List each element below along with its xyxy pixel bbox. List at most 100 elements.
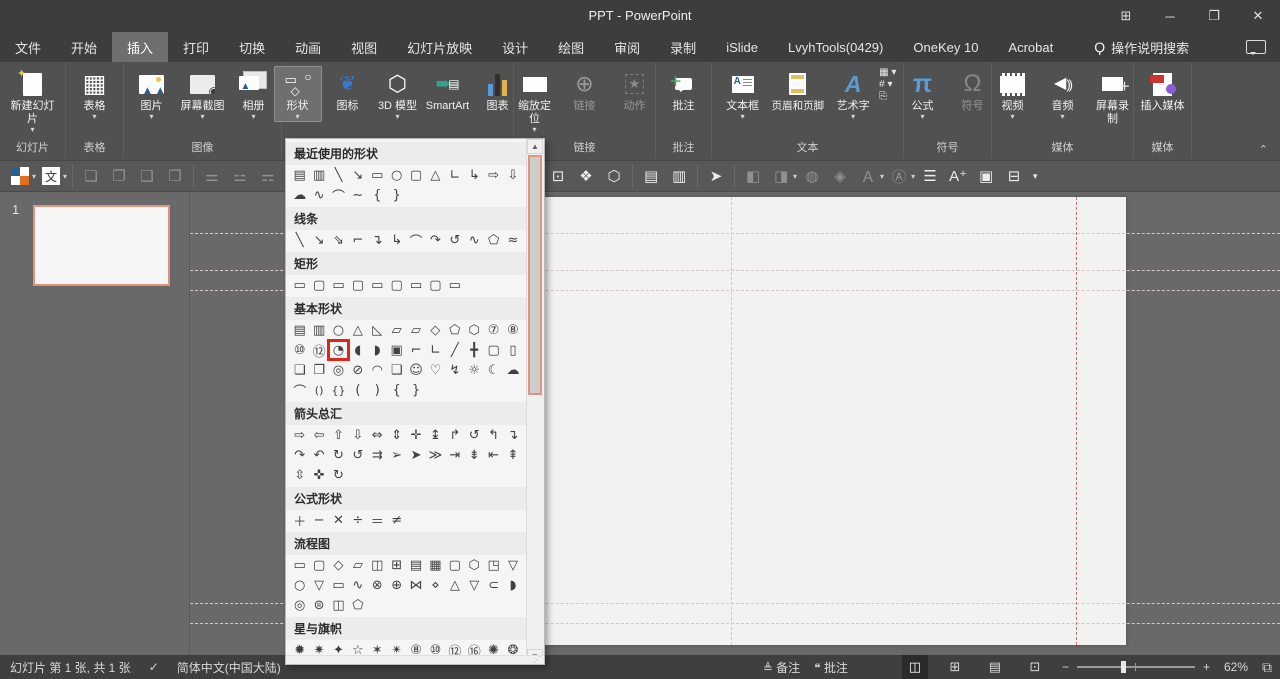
- quickbar-overflow-button[interactable]: ▾: [1029, 164, 1041, 188]
- icons-button[interactable]: ❦ 图标: [324, 66, 372, 115]
- shape-curved-down-arrow[interactable]: ↺: [348, 446, 367, 464]
- shape-left-arrow-callout[interactable]: ⇤: [484, 446, 503, 464]
- shape-multiplication-shape[interactable]: ✕: [329, 511, 348, 529]
- shape-hexagon[interactable]: ⬡: [465, 321, 484, 339]
- tab-item-9[interactable]: 绘图: [543, 32, 599, 62]
- shape-heart[interactable]: ♡: [426, 361, 445, 379]
- shape-pie[interactable]: ◔: [329, 341, 348, 359]
- shape-scribble[interactable]: ∿: [309, 186, 328, 204]
- distribute-button[interactable]: ⚎: [255, 164, 281, 188]
- shape-isoceles-triangle[interactable]: △: [426, 166, 445, 184]
- 3d-models-button[interactable]: ⬡ 3D 模型▾: [374, 66, 422, 122]
- shape-scribble[interactable]: ≈: [503, 231, 522, 249]
- shape-chevron-arrow[interactable]: ≫: [426, 446, 445, 464]
- shape-equal-shape[interactable]: ＝: [368, 511, 387, 529]
- ribbon-display-options-button[interactable]: ⊞: [1104, 0, 1148, 32]
- shape-cloud[interactable]: ☁: [503, 361, 522, 379]
- shape-oval[interactable]: ○: [387, 166, 406, 184]
- zoom-slider-thumb[interactable]: [1121, 661, 1126, 673]
- shape-right-arrow-callout[interactable]: ⇥: [445, 446, 464, 464]
- scrollbar-thumb[interactable]: [528, 155, 542, 395]
- vertical-text-box-button[interactable]: ▥: [666, 164, 692, 188]
- screen-recording-button[interactable]: ＋ 屏幕录制: [1089, 66, 1137, 128]
- shape-flowchart-connector[interactable]: ○: [290, 576, 309, 594]
- shape-star-7-point[interactable]: ✴: [387, 641, 406, 656]
- shape-snip-diagonal-corner-rectangle[interactable]: ▭: [368, 276, 387, 294]
- tab-item-4[interactable]: 切换: [224, 32, 280, 62]
- shape-star-4-point[interactable]: ✦: [329, 641, 348, 656]
- shape-arc[interactable]: ⌒: [329, 186, 348, 204]
- shape-star-6-point[interactable]: ✶: [368, 641, 387, 656]
- shape-curve[interactable]: ∿: [465, 231, 484, 249]
- shape-right-triangle[interactable]: ◺: [368, 321, 387, 339]
- shape-trapezoid[interactable]: ▱: [406, 321, 425, 339]
- shape-elbow-connector[interactable]: ∟: [445, 166, 464, 184]
- shape-curved-connector[interactable]: ⌒: [406, 231, 425, 249]
- shape-freeform-shape[interactable]: ⬠: [484, 231, 503, 249]
- action-button[interactable]: ★ 动作: [611, 66, 659, 115]
- shape-decagon[interactable]: ⑩: [290, 341, 309, 359]
- shape-quad-arrow[interactable]: ✛: [406, 426, 425, 444]
- shape-oval[interactable]: ○: [329, 321, 348, 339]
- shape-flowchart-extract[interactable]: △: [445, 576, 464, 594]
- shape-block-arc[interactable]: ◠: [368, 361, 387, 379]
- slide-number-button[interactable]: # ▾: [879, 80, 896, 90]
- shape-curved-double-arrow-connector[interactable]: ↺: [445, 231, 464, 249]
- shape-line[interactable]: ╲: [290, 231, 309, 249]
- shape-elbow-arrow-connector[interactable]: ↳: [465, 166, 484, 184]
- shape-up-arrow[interactable]: ⇧: [329, 426, 348, 444]
- shape-flowchart-multidocument[interactable]: ▦: [426, 556, 445, 574]
- shape-frame[interactable]: ▣: [387, 341, 406, 359]
- shape-left-brace[interactable]: {: [368, 186, 387, 204]
- bring-forward-button[interactable]: ❏: [78, 164, 104, 188]
- close-button[interactable]: ✕: [1236, 0, 1280, 32]
- notes-toggle[interactable]: ≜ 备注: [763, 659, 800, 676]
- table-button[interactable]: ▦ 表格▾: [71, 66, 119, 122]
- shape-flowchart-sort[interactable]: ⋄: [426, 576, 445, 594]
- screenshot-button[interactable]: ◉+ 屏幕截图▾: [178, 66, 228, 122]
- send-backward-button[interactable]: ❐: [106, 164, 132, 188]
- tab-item-15[interactable]: Acrobat: [993, 32, 1068, 62]
- shape-snip-same-side-corner-rectangle[interactable]: ▢: [348, 276, 367, 294]
- shape-flowchart-sequential-access-storage[interactable]: ◎: [290, 596, 309, 614]
- shapes-menu-scrollbar[interactable]: ▲ ▼: [526, 139, 544, 664]
- text-box-button[interactable]: A 文本框▾: [719, 66, 767, 122]
- tab-item-10[interactable]: 审阅: [599, 32, 655, 62]
- shape-elbow-connector[interactable]: ⌐: [348, 231, 367, 249]
- shape-not-equal-shape[interactable]: ≠: [387, 511, 406, 529]
- video-button[interactable]: 视频▾: [989, 66, 1037, 122]
- shape-line-arrow[interactable]: ↘: [348, 166, 367, 184]
- shape-half-frame[interactable]: ⌐: [406, 341, 425, 359]
- shape-flowchart-predefined-process[interactable]: ◫: [368, 556, 387, 574]
- dropdown-chevron-icon[interactable]: ▾: [63, 172, 67, 181]
- slide-thumbnail[interactable]: [33, 205, 170, 286]
- shape-rounded-rectangle[interactable]: ▢: [406, 166, 425, 184]
- shape-cloud[interactable]: ☁: [290, 186, 309, 204]
- shape-star-5-point[interactable]: ☆: [348, 641, 367, 656]
- new-slide-button[interactable]: ✦ 新建幻灯片▾: [4, 66, 62, 135]
- shape-moon[interactable]: ☾: [484, 361, 503, 379]
- wordart-button[interactable]: A 艺术字▾: [829, 66, 877, 122]
- header-footer-button[interactable]: 页眉和页脚: [769, 66, 828, 115]
- align-vertical-button[interactable]: ⚍: [227, 164, 253, 188]
- fit-to-window-icon[interactable]: ⧉: [1262, 659, 1272, 676]
- shape-line-double-arrow[interactable]: ⇘: [329, 231, 348, 249]
- shape-l-shape[interactable]: ∟: [426, 341, 445, 359]
- shape-round-single-corner-rectangle[interactable]: ▭: [406, 276, 425, 294]
- shape-flowchart-or[interactable]: ⊕: [387, 576, 406, 594]
- shape-flowchart-data[interactable]: ▱: [348, 556, 367, 574]
- shape-flowchart-stored-data[interactable]: ⊂: [484, 576, 503, 594]
- shape-star-12-point[interactable]: ⑫: [445, 641, 464, 656]
- zoom-level[interactable]: 62%: [1224, 660, 1248, 674]
- insert-3d-button[interactable]: ⬡: [601, 164, 627, 188]
- shape-vertical-text-box[interactable]: ▥: [309, 321, 328, 339]
- shape-curved-right-arrow[interactable]: ↷: [290, 446, 309, 464]
- wordart-styles-button[interactable]: Ⓐ: [886, 164, 912, 188]
- smartart-button[interactable]: ➨▤ SmartArt: [424, 66, 472, 115]
- shape-curved-left-arrow[interactable]: ↶: [309, 446, 328, 464]
- shape-flowchart-card[interactable]: ▭: [329, 576, 348, 594]
- shape-left-right-arrow-callout[interactable]: ⇳: [290, 466, 309, 484]
- shape-rounded-rectangle[interactable]: ▢: [309, 276, 328, 294]
- shape-flowchart-off-page-connector[interactable]: ▽: [309, 576, 328, 594]
- language-status[interactable]: 简体中文(中国大陆): [177, 659, 281, 676]
